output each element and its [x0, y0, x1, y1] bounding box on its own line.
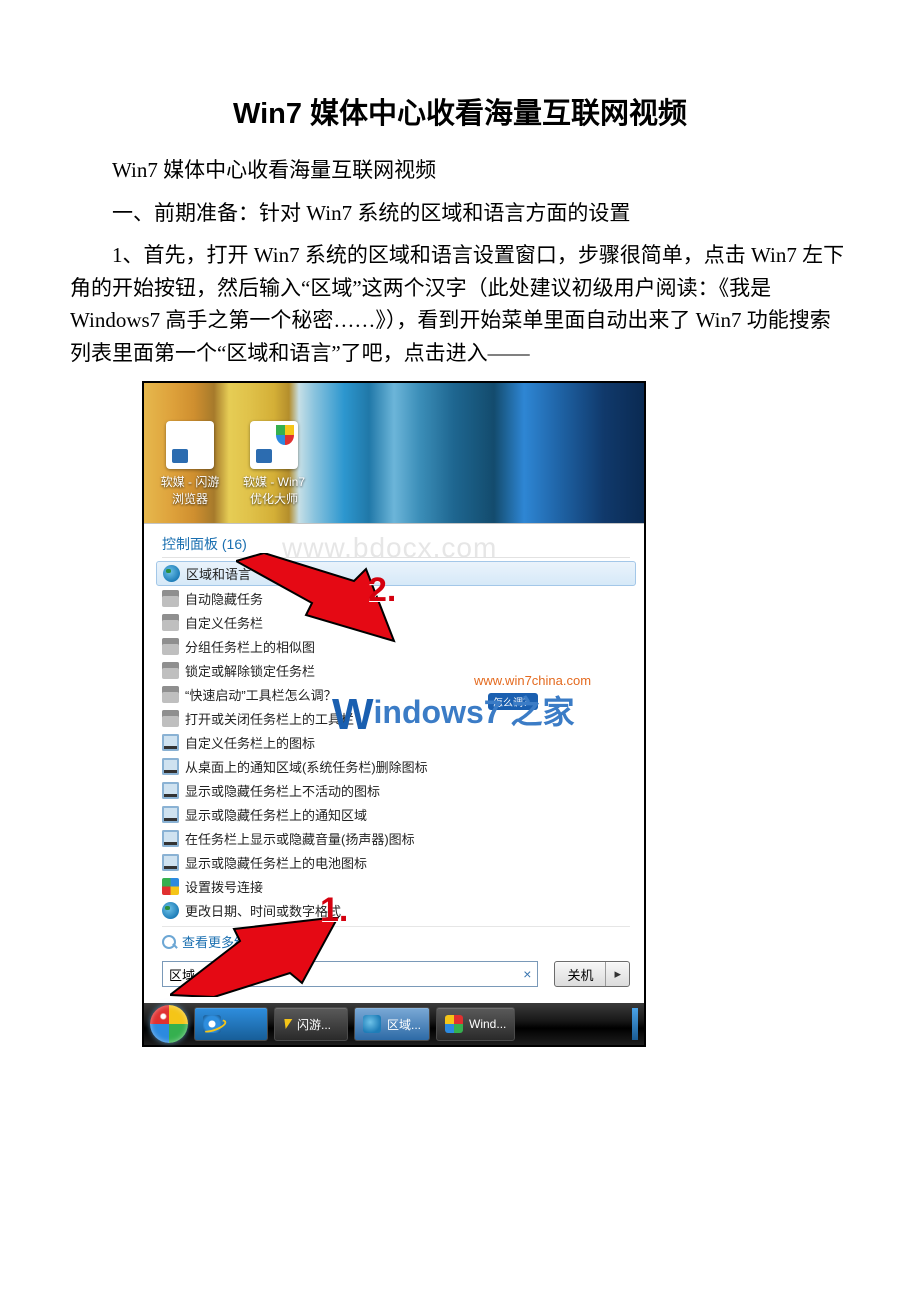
search-result-label: “快速启动”工具栏怎么调？ — [185, 685, 337, 704]
search-result-item[interactable]: 分组任务栏上的相似图 — [162, 634, 630, 658]
search-result-item[interactable]: 显示或隐藏任务栏上不活动的图标 — [162, 778, 630, 802]
taskbar-item[interactable]: 区域... — [354, 1007, 430, 1041]
mon-icon — [162, 806, 179, 823]
search-result-label: 打开或关闭任务栏上的工具栏 — [185, 709, 354, 728]
paragraph-1: Win7 媒体中心收看海量互联网视频 — [70, 154, 850, 187]
search-result-label: 从桌面上的通知区域(系统任务栏)删除图标 — [185, 757, 428, 776]
search-result-item[interactable]: 设置拨号连接 — [162, 874, 630, 898]
desktop-icon-label: 软媒 - Win7 优化大师 — [238, 473, 310, 507]
taskbar-item[interactable]: 闪游... — [274, 1007, 348, 1041]
task-icon — [162, 638, 179, 655]
shutdown-label: 关机 — [555, 962, 605, 986]
search-result-label: 设置拨号连接 — [185, 877, 263, 896]
taskbar-item[interactable]: Wind... — [436, 1007, 515, 1041]
mon-icon — [162, 782, 179, 799]
start-orb-button[interactable] — [150, 1005, 188, 1043]
watermark-url: www.win7china.com — [474, 673, 591, 688]
search-result-item[interactable]: 自定义任务栏上的图标 — [162, 730, 630, 754]
desktop-background: 软媒 - 闪游 浏览器 软媒 - Win7 优化大师 — [144, 383, 644, 523]
search-result-label: 显示或隐藏任务栏上不活动的图标 — [185, 781, 380, 800]
mon-icon — [162, 734, 179, 751]
chevron-right-icon[interactable]: ▸ — [605, 962, 629, 986]
desktop-icon-optimizer[interactable]: 软媒 - Win7 优化大师 — [238, 421, 310, 507]
search-results-list: 区域和语言自动隐藏任务自定义任务栏分组任务栏上的相似图锁定或解除锁定任务栏“快速… — [162, 561, 630, 922]
task-icon — [162, 686, 179, 703]
bolt-icon — [282, 1019, 293, 1029]
desktop-icon-label: 软媒 - 闪游 浏览器 — [154, 473, 226, 507]
globe-icon — [363, 1015, 381, 1033]
search-result-label: 自定义任务栏上的图标 — [185, 733, 315, 752]
windows-flag-icon — [445, 1015, 463, 1033]
tooltip-bubble: 怎么调？ — [488, 693, 538, 710]
taskbar-item-label: 区域... — [387, 1016, 421, 1033]
net-icon — [162, 878, 179, 895]
taskbar-edge — [632, 1008, 638, 1040]
article-title: Win7 媒体中心收看海量互联网视频 — [70, 90, 850, 132]
globe-icon — [163, 565, 180, 582]
paragraph-2: 一、前期准备：针对 Win7 系统的区域和语言方面的设置 — [70, 197, 850, 230]
search-result-label: 在任务栏上显示或隐藏音量(扬声器)图标 — [185, 829, 415, 848]
task-icon — [162, 710, 179, 727]
task-icon — [162, 662, 179, 679]
clear-icon[interactable]: × — [523, 966, 531, 982]
paragraph-3: 1、首先，打开 Win7 系统的区域和语言设置窗口，步骤很简单，点击 Win7 … — [70, 239, 850, 369]
app-icon — [166, 421, 214, 469]
search-result-label: 锁定或解除锁定任务栏 — [185, 661, 315, 680]
taskbar-item-label: 闪游... — [297, 1016, 331, 1033]
control-panel-header: 控制面板 (16) www.bdocx.com — [162, 534, 630, 558]
mon-icon — [162, 854, 179, 871]
taskbar-item-label: Wind... — [469, 1017, 506, 1031]
search-result-item[interactable]: 在任务栏上显示或隐藏音量(扬声器)图标 — [162, 826, 630, 850]
annotation-arrow-1: 1. — [170, 917, 340, 997]
search-result-item[interactable]: 打开或关闭任务栏上的工具栏 — [162, 706, 630, 730]
mon-icon — [162, 758, 179, 775]
desktop-icon-browser[interactable]: 软媒 - 闪游 浏览器 — [154, 421, 226, 507]
annotation-label-1: 1. — [320, 891, 348, 930]
search-result-label: 显示或隐藏任务栏上的电池图标 — [185, 853, 367, 872]
search-result-item[interactable]: 从桌面上的通知区域(系统任务栏)删除图标 — [162, 754, 630, 778]
search-result-label: 显示或隐藏任务栏上的通知区域 — [185, 805, 367, 824]
app-icon — [250, 421, 298, 469]
search-result-item[interactable]: 自定义任务栏 — [162, 610, 630, 634]
search-result-item[interactable]: 显示或隐藏任务栏上的通知区域 — [162, 802, 630, 826]
annotation-label-2: 2. — [368, 571, 396, 610]
taskbar: 闪游... 区域... Wind... — [144, 1003, 644, 1045]
shutdown-button[interactable]: 关机 ▸ — [554, 961, 630, 987]
taskbar-ie-button[interactable] — [194, 1007, 268, 1041]
search-result-item[interactable]: 显示或隐藏任务栏上的电池图标 — [162, 850, 630, 874]
globe-icon — [162, 902, 179, 919]
annotation-arrow-2: 2. — [236, 553, 396, 643]
mon-icon — [162, 830, 179, 847]
ie-icon — [203, 1015, 221, 1033]
embedded-screenshot: 软媒 - 闪游 浏览器 软媒 - Win7 优化大师 控制面板 (16) www… — [142, 381, 646, 1047]
task-icon — [162, 590, 179, 607]
task-icon — [162, 614, 179, 631]
